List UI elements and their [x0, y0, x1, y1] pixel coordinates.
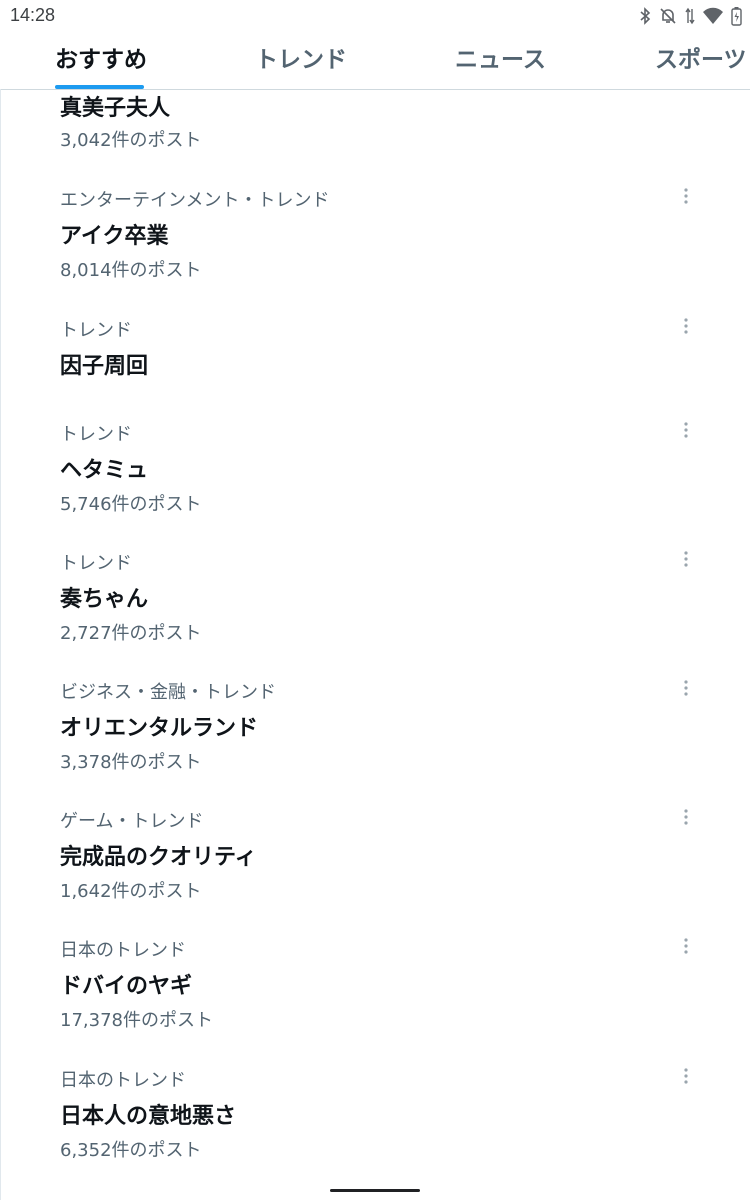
trend-title: 真美子夫人 [60, 96, 171, 121]
more-options-button[interactable] [676, 805, 696, 829]
more-options-button[interactable] [676, 314, 696, 338]
more-options-button[interactable] [676, 547, 696, 571]
data-arrows-icon [685, 7, 695, 25]
trend-category: 日本のトレンド [60, 940, 186, 961]
trend-title: 奏ちゃん [60, 587, 149, 612]
trend-post-count: 8,014件のポスト [60, 260, 202, 281]
tab-sports[interactable]: スポーツ [655, 32, 747, 89]
trend-category: トレンド [60, 553, 132, 574]
more-vertical-icon [684, 1068, 688, 1084]
trend-title: 因子周回 [60, 354, 149, 379]
trend-item[interactable]: 真美子夫人 3,042件のポスト [0, 89, 750, 159]
tab-recommended[interactable]: おすすめ [55, 32, 147, 89]
status-bar: 14:28 [0, 0, 750, 32]
more-options-button[interactable] [676, 418, 696, 442]
vibrate-off-icon [659, 7, 677, 25]
trend-category: ゲーム・トレンド [60, 811, 204, 832]
tab-bar: おすすめ トレンド ニュース スポーツ [0, 32, 750, 90]
more-vertical-icon [684, 188, 688, 204]
trend-post-count: 1,642件のポスト [60, 881, 202, 902]
more-options-button[interactable] [676, 934, 696, 958]
trend-item[interactable]: ビジネス・金融・トレンド オリエンタルランド 3,378件のポスト [0, 676, 750, 786]
trend-item[interactable]: トレンド ヘタミュ 5,746件のポスト [0, 418, 750, 528]
status-time: 14:28 [10, 5, 56, 25]
trend-title: 日本人の意地悪さ [60, 1104, 237, 1129]
trend-title: ヘタミュ [60, 458, 149, 483]
wifi-icon [703, 7, 723, 25]
bluetooth-icon [639, 7, 651, 25]
more-options-button[interactable] [676, 676, 696, 700]
status-icons [639, 5, 742, 27]
trend-post-count: 3,378件のポスト [60, 752, 202, 773]
tab-trending[interactable]: トレンド [255, 32, 347, 89]
trend-category: 日本のトレンド [60, 1070, 186, 1091]
trend-list: 真美子夫人 3,042件のポスト エンターテインメント・トレンド アイク卒業 8… [0, 89, 750, 1189]
more-vertical-icon [684, 938, 688, 954]
trend-item[interactable]: 日本のトレンド ドバイのヤギ 17,378件のポスト [0, 934, 750, 1044]
more-vertical-icon [684, 551, 688, 567]
trend-title: オリエンタルランド [60, 716, 259, 741]
trend-post-count: 2,727件のポスト [60, 623, 202, 644]
trend-item[interactable]: トレンド 因子周回 [0, 314, 750, 394]
more-options-button[interactable] [676, 1064, 696, 1088]
trend-item[interactable]: 日本のトレンド 日本人の意地悪さ 6,352件のポスト [0, 1064, 750, 1174]
trend-category: ビジネス・金融・トレンド [60, 682, 276, 703]
trend-category: トレンド [60, 320, 132, 341]
trend-item[interactable]: ゲーム・トレンド 完成品のクオリティ 1,642件のポスト [0, 805, 750, 915]
more-options-button[interactable] [676, 184, 696, 208]
trend-category: トレンド [60, 424, 132, 445]
gesture-home-bar[interactable] [330, 1189, 420, 1192]
more-vertical-icon [684, 318, 688, 334]
trend-title: アイク卒業 [60, 224, 169, 249]
trend-post-count: 5,746件のポスト [60, 494, 202, 515]
trend-item[interactable]: トレンド 奏ちゃん 2,727件のポスト [0, 547, 750, 657]
more-vertical-icon [684, 422, 688, 438]
trend-post-count: 3,042件のポスト [60, 130, 202, 151]
more-vertical-icon [684, 680, 688, 696]
trend-category: エンターテインメント・トレンド [60, 190, 330, 211]
trend-post-count: 17,378件のポスト [60, 1010, 213, 1031]
more-vertical-icon [684, 809, 688, 825]
trend-post-count: 6,352件のポスト [60, 1140, 202, 1161]
trend-title: 完成品のクオリティ [60, 845, 257, 870]
battery-charging-icon [731, 6, 742, 26]
tab-news[interactable]: ニュース [455, 32, 546, 89]
trend-title: ドバイのヤギ [60, 974, 193, 999]
trend-item[interactable]: エンターテインメント・トレンド アイク卒業 8,014件のポスト [0, 184, 750, 294]
